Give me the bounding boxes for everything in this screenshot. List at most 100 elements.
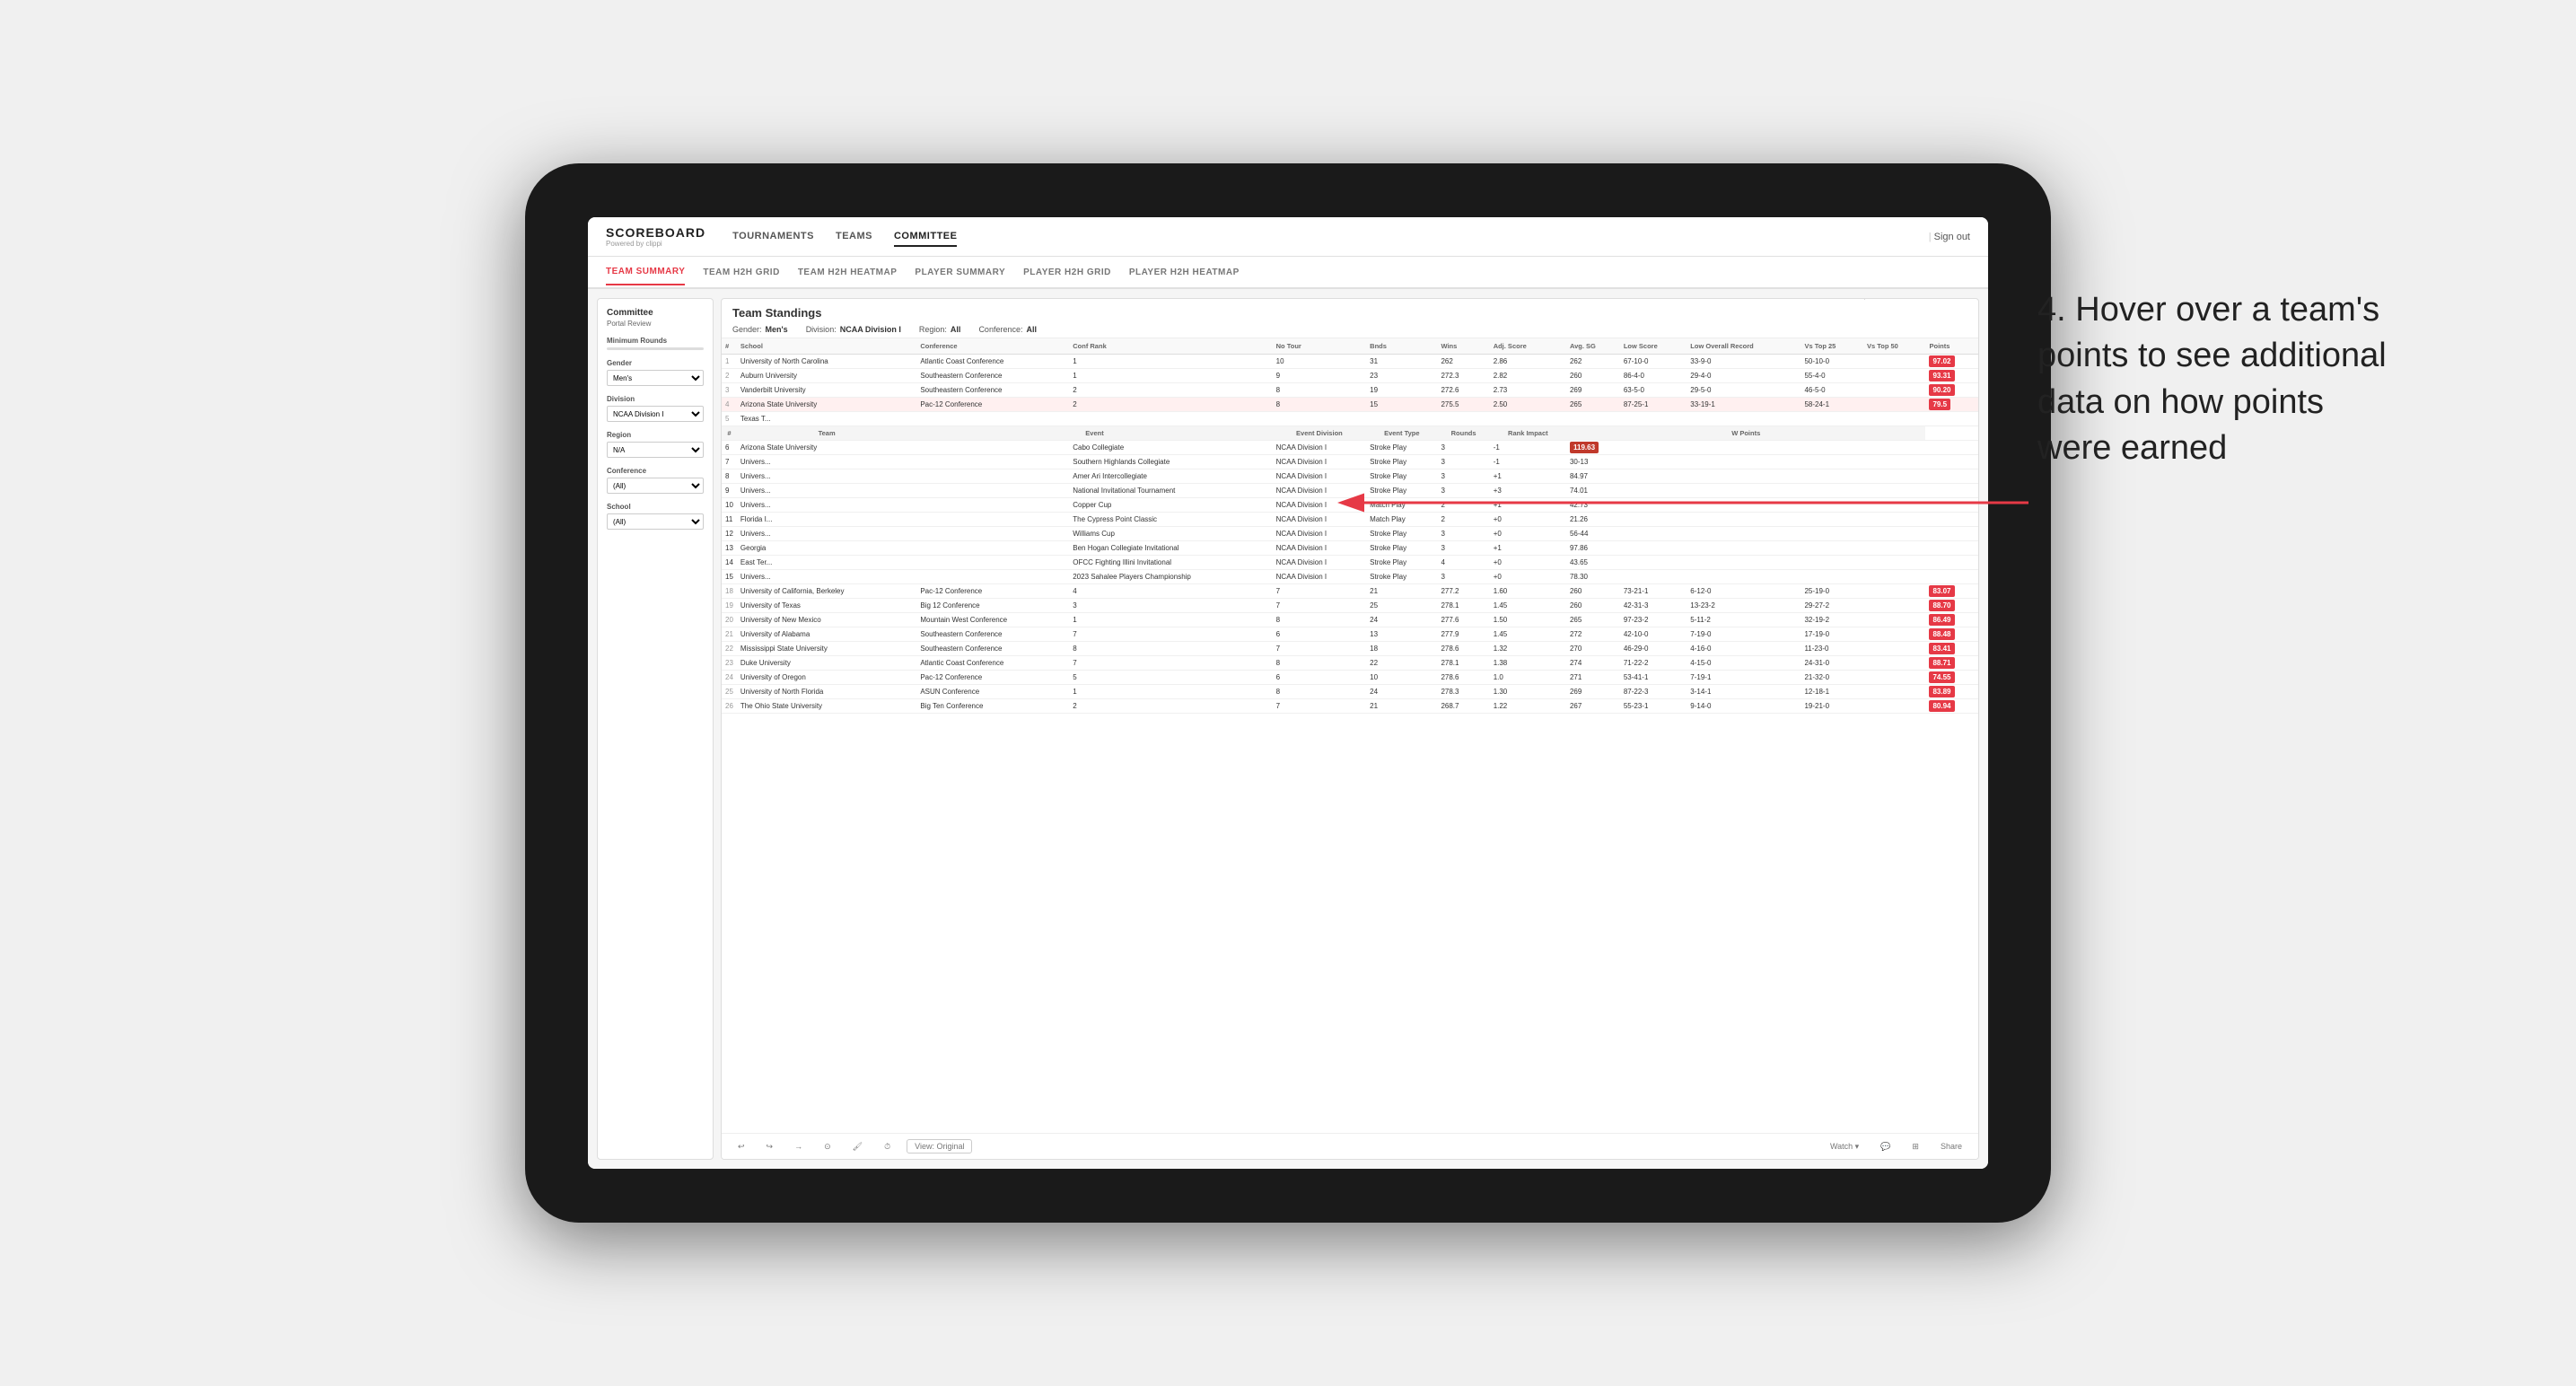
- region-value: All: [951, 325, 961, 334]
- filter-school: School (All): [607, 503, 704, 530]
- update-time: Update time: 13/03/2024 10:03:42: [1859, 298, 1967, 300]
- tablet-screen: SCOREBOARD Powered by clippi TOURNAMENTS…: [588, 217, 1988, 1169]
- points-badge[interactable]: 83.41: [1929, 643, 1954, 654]
- expanded-section-header: # Team Event Event Division Event Type R…: [722, 426, 1978, 441]
- filter-region-display: Region: All: [919, 325, 961, 334]
- min-rounds-label: Minimum Rounds: [607, 337, 704, 345]
- gender-value: Men's: [766, 325, 788, 334]
- filter-gender: Gender Men's: [607, 359, 704, 386]
- watch-button[interactable]: Watch ▾: [1825, 1140, 1864, 1154]
- sub-nav-team-h2h-heatmap[interactable]: TEAM H2H HEATMAP: [798, 260, 898, 285]
- filter-gender-display: Gender: Men's: [732, 325, 788, 334]
- col-vs-top50: Vs Top 50: [1863, 338, 1926, 355]
- points-badge[interactable]: 83.07: [1929, 585, 1954, 597]
- nav-teams[interactable]: TEAMS: [836, 227, 872, 247]
- clock-button[interactable]: ⏱: [879, 1140, 896, 1154]
- copy-button[interactable]: ⊙: [819, 1140, 837, 1154]
- sign-out-button[interactable]: Sign out: [1929, 232, 1970, 242]
- view-original-button[interactable]: View: Original: [907, 1139, 972, 1154]
- table-row-highlighted: 4 Arizona State University Pac-12 Confer…: [722, 398, 1978, 412]
- filter-region: Region N/A: [607, 431, 704, 458]
- sub-nav-player-summary[interactable]: PLAYER SUMMARY: [915, 260, 1005, 285]
- expanded-row: 13 Georgia Ben Hogan Collegiate Invitati…: [722, 541, 1978, 556]
- points-badge[interactable]: 74.55: [1929, 671, 1954, 683]
- expanded-row: 6 Arizona State University Cabo Collegia…: [722, 441, 1978, 455]
- col-vs-top25: Vs Top 25: [1801, 338, 1863, 355]
- points-badge[interactable]: 86.49: [1929, 614, 1954, 626]
- expanded-row: 14 East Ter... OFCC Fighting Illini Invi…: [722, 556, 1978, 570]
- conference-select[interactable]: (All): [607, 478, 704, 494]
- logo-sub: Powered by clippi: [606, 240, 705, 248]
- gender-select[interactable]: Men's: [607, 370, 704, 386]
- filter-row: Gender: Men's Division: NCAA Division I …: [732, 325, 1967, 334]
- conference-label: Conference: [607, 467, 704, 475]
- points-badge[interactable]: 90.20: [1929, 384, 1954, 396]
- table-row: 2 Auburn University Southeastern Confere…: [722, 369, 1978, 383]
- min-rounds-slider[interactable]: [607, 347, 704, 350]
- annotation-arrow: [1355, 467, 2028, 539]
- expanded-points: 119.63: [1570, 442, 1599, 453]
- points-badge[interactable]: 97.02: [1929, 355, 1954, 367]
- nav-tournaments[interactable]: TOURNAMENTS: [732, 227, 814, 247]
- col-points: Points: [1925, 338, 1978, 355]
- data-title: Team Standings: [732, 306, 821, 320]
- data-panel: Team Standings Update time: 13/03/2024 1…: [721, 298, 1979, 1160]
- sub-nav: TEAM SUMMARY TEAM H2H GRID TEAM H2H HEAT…: [588, 257, 1988, 289]
- region-select[interactable]: N/A: [607, 442, 704, 458]
- bottom-toolbar: ↩ ↪ → ⊙ 🖌 ⏱ View: Original Watch ▾ 💬 ⊞ S…: [722, 1133, 1978, 1159]
- gender-label: Gender: [607, 359, 704, 367]
- table-row: 26 The Ohio State University Big Ten Con…: [722, 699, 1978, 714]
- content-area: Committee Portal Review Minimum Rounds G…: [588, 289, 1988, 1169]
- top-nav: SCOREBOARD Powered by clippi TOURNAMENTS…: [588, 217, 1988, 257]
- undo-button[interactable]: ↩: [732, 1140, 750, 1154]
- tablet-device: SCOREBOARD Powered by clippi TOURNAMENTS…: [525, 163, 2051, 1223]
- table-row: 20 University of New Mexico Mountain Wes…: [722, 613, 1978, 627]
- filter-division-display: Division: NCAA Division I: [806, 325, 901, 334]
- table-header-row: # School Conference Conf Rank No Tour Bn…: [722, 338, 1978, 355]
- col-bnds: Bnds: [1366, 338, 1437, 355]
- redo-button[interactable]: ↪: [761, 1140, 779, 1154]
- paint-button[interactable]: 🖌: [847, 1140, 868, 1154]
- forward-button[interactable]: →: [789, 1140, 808, 1153]
- annotation-text: 4. Hover over a team's points to see add…: [2037, 287, 2396, 471]
- table-row: 3 Vanderbilt University Southeastern Con…: [722, 383, 1978, 398]
- col-rank: #: [722, 338, 737, 355]
- logo-area: SCOREBOARD Powered by clippi: [606, 225, 705, 248]
- comment-button[interactable]: 💬: [1875, 1140, 1896, 1154]
- region-label: Region: [607, 431, 704, 439]
- filter-min-rounds: Minimum Rounds: [607, 337, 704, 350]
- filter-conference: Conference (All): [607, 467, 704, 494]
- layout-button[interactable]: ⊞: [1906, 1140, 1924, 1154]
- points-badge[interactable]: 88.48: [1929, 628, 1954, 640]
- col-avg-sg: Avg. SG: [1566, 338, 1620, 355]
- points-badge-highlighted[interactable]: 79.5: [1929, 399, 1950, 410]
- points-badge[interactable]: 88.71: [1929, 657, 1954, 669]
- col-wins: Wins: [1437, 338, 1489, 355]
- sub-nav-player-h2h-grid[interactable]: PLAYER H2H GRID: [1023, 260, 1111, 285]
- table-row: 18 University of California, Berkeley Pa…: [722, 584, 1978, 599]
- slider-container: [607, 347, 704, 350]
- table-row: 19 University of Texas Big 12 Conference…: [722, 599, 1978, 613]
- share-button[interactable]: Share: [1935, 1140, 1967, 1153]
- points-badge[interactable]: 83.89: [1929, 686, 1954, 697]
- sub-nav-player-h2h-heatmap[interactable]: PLAYER H2H HEATMAP: [1129, 260, 1240, 285]
- col-conf-rank: Conf Rank: [1069, 338, 1272, 355]
- points-badge[interactable]: 80.94: [1929, 700, 1954, 712]
- division-value: NCAA Division I: [840, 325, 901, 334]
- school-label: School: [607, 503, 704, 511]
- sub-nav-team-summary[interactable]: TEAM SUMMARY: [606, 259, 685, 285]
- points-badge[interactable]: 88.70: [1929, 600, 1954, 611]
- left-panel: Committee Portal Review Minimum Rounds G…: [597, 298, 714, 1160]
- main-content: Committee Portal Review Minimum Rounds G…: [588, 289, 1988, 1169]
- nav-committee[interactable]: COMMITTEE: [894, 227, 958, 247]
- col-low-score: Low Score: [1620, 338, 1687, 355]
- table-row: 25 University of North Florida ASUN Conf…: [722, 685, 1978, 699]
- filter-conference-display: Conference: All: [978, 325, 1037, 334]
- points-badge[interactable]: 93.31: [1929, 370, 1954, 382]
- table-row: 24 University of Oregon Pac-12 Conferenc…: [722, 671, 1978, 685]
- school-select[interactable]: (All): [607, 513, 704, 530]
- sub-nav-team-h2h-grid[interactable]: TEAM H2H GRID: [703, 260, 779, 285]
- panel-title: Committee: [607, 308, 704, 318]
- col-school: School: [737, 338, 916, 355]
- division-select[interactable]: NCAA Division I: [607, 406, 704, 422]
